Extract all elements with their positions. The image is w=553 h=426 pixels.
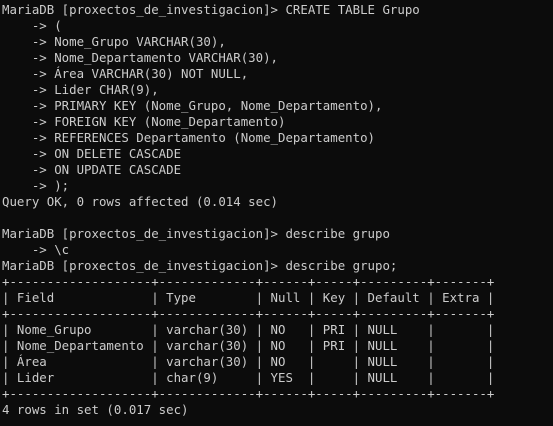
table-header-row: | Field | Type | Null | Key | Default | … <box>2 290 495 305</box>
terminal-window[interactable]: MariaDB [proxectos_de_investigacion]> CR… <box>0 0 553 426</box>
continuation-line: -> ON UPDATE CASCADE <box>2 162 182 177</box>
prompt-describe: MariaDB [proxectos_de_investigacion]> de… <box>2 258 398 273</box>
table-border: +-------------------+-------------+-----… <box>2 386 495 401</box>
table-row: | Área | varchar(30) | NO | | NULL | | <box>2 354 495 369</box>
continuation-line: -> Nome_Departamento VARCHAR(30), <box>2 50 279 65</box>
prompt-create-table: MariaDB [proxectos_de_investigacion]> CR… <box>2 2 420 17</box>
continuation-line: -> Nome_Grupo VARCHAR(30), <box>2 34 226 49</box>
query-result-message: Query OK, 0 rows affected (0.014 sec) <box>2 194 279 209</box>
continuation-line: -> ( <box>2 18 62 33</box>
continuation-line: -> ON DELETE CASCADE <box>2 146 182 161</box>
continuation-line: -> FOREIGN KEY (Nome_Departamento) <box>2 114 286 129</box>
continuation-line: -> \c <box>2 242 70 257</box>
continuation-line: -> PRIMARY KEY (Nome_Grupo, Nome_Departa… <box>2 98 383 113</box>
continuation-line: -> ); <box>2 178 70 193</box>
rows-in-set-message: 4 rows in set (0.017 sec) <box>2 402 189 417</box>
prompt-describe: MariaDB [proxectos_de_investigacion]> de… <box>2 226 390 241</box>
table-border: +-------------------+-------------+-----… <box>2 306 495 321</box>
continuation-line: -> REFERENCES Departamento (Nome_Departa… <box>2 130 375 145</box>
table-row: | Nome_Grupo | varchar(30) | NO | PRI | … <box>2 322 495 337</box>
table-row: | Nome_Departamento | varchar(30) | NO |… <box>2 338 495 353</box>
continuation-line: -> Lider CHAR(9), <box>2 82 159 97</box>
continuation-line: -> Área VARCHAR(30) NOT NULL, <box>2 66 249 81</box>
table-border: +-------------------+-------------+-----… <box>2 274 495 289</box>
input-line[interactable] <box>2 418 553 426</box>
table-row: | Lider | char(9) | YES | | NULL | | <box>2 370 495 385</box>
